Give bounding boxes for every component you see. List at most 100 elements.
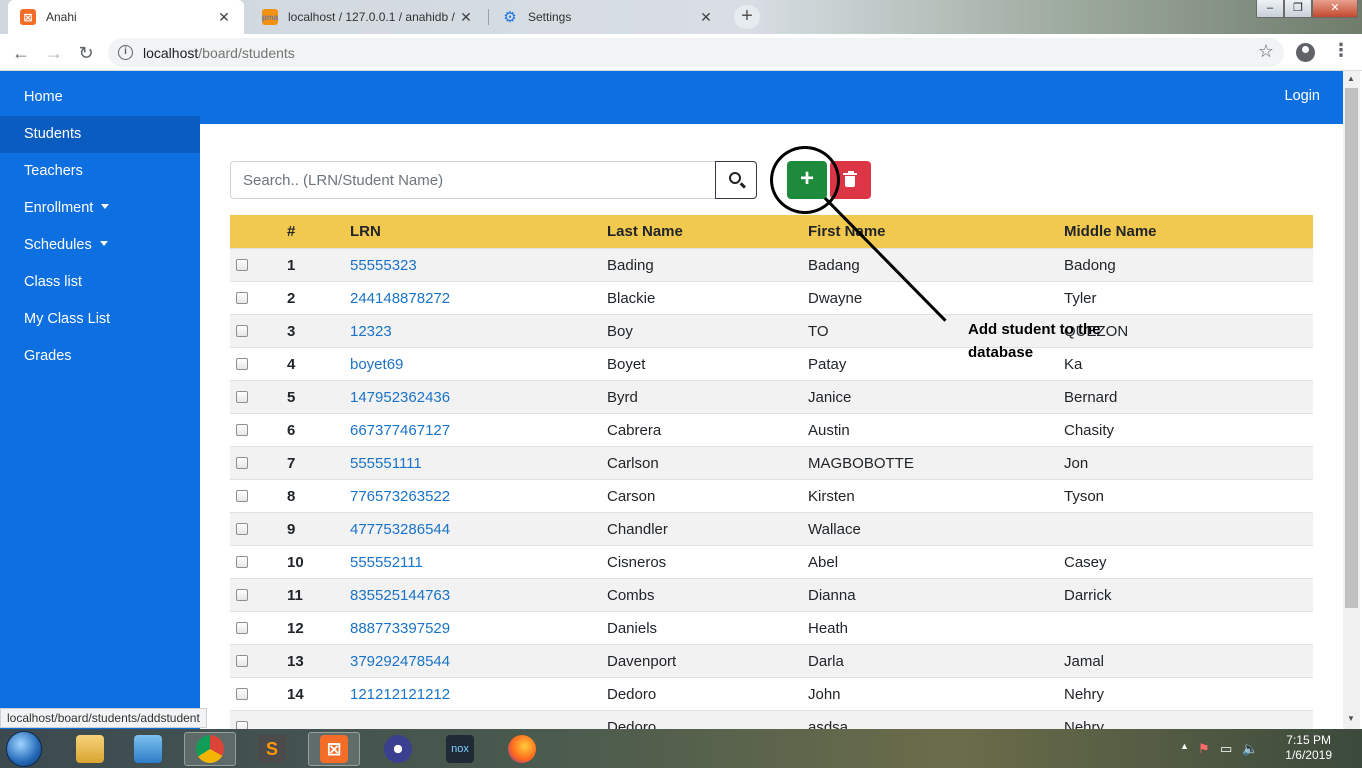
first-name-cell: Austin — [808, 422, 850, 439]
new-tab-button[interactable]: + — [734, 5, 760, 29]
search-input[interactable] — [230, 161, 716, 199]
middle-name-cell: Chasity — [1064, 422, 1115, 439]
lrn-link[interactable]: 121212121212 — [350, 678, 450, 711]
scrollbar-thumb[interactable] — [1345, 88, 1358, 608]
row-checkbox[interactable] — [236, 259, 248, 271]
row-checkbox[interactable] — [236, 358, 248, 370]
row-checkbox[interactable] — [236, 655, 248, 667]
clock-time: 7:15 PM — [1286, 733, 1331, 747]
page-scrollbar[interactable]: ▲ ▼ — [1343, 71, 1360, 729]
row-checkbox[interactable] — [236, 292, 248, 304]
clock[interactable]: 7:15 PM 1/6/2019 — [1285, 733, 1332, 763]
lrn-link[interactable]: 147952362436 — [350, 381, 450, 414]
close-icon[interactable]: ✕ — [698, 9, 714, 26]
row-checkbox[interactable] — [236, 457, 248, 469]
tab-divider — [488, 9, 489, 25]
row-checkbox[interactable] — [236, 424, 248, 436]
gear-icon: ⚙ — [503, 9, 517, 26]
profile-avatar-icon[interactable] — [1296, 43, 1315, 62]
first-name-cell: TO — [808, 323, 829, 340]
chrome-icon[interactable] — [184, 732, 236, 766]
lrn-link[interactable]: 244148878272 — [350, 282, 450, 315]
tab-settings[interactable]: ⚙ Settings ✕ — [490, 0, 726, 34]
start-button[interactable] — [6, 731, 42, 767]
lrn-link[interactable]: 776573263522 — [350, 480, 450, 513]
tab-title: Settings — [528, 10, 572, 24]
table-row: 1 55555323 Bading Badang Badong — [230, 248, 1313, 281]
search-button[interactable] — [715, 161, 757, 199]
lrn-link[interactable]: boyet69 — [350, 348, 403, 381]
last-name-cell: Carson — [607, 488, 656, 505]
sublime-text-icon[interactable]: S — [246, 732, 298, 766]
tab-title: localhost / 127.0.0.1 / anahidb / t — [288, 10, 458, 24]
lrn-link[interactable]: 835525144763 — [350, 579, 450, 612]
first-name-cell: MAGBOBOTTE — [808, 455, 914, 472]
tray-expand-icon[interactable]: ▲ — [1180, 741, 1189, 751]
firefox-icon[interactable] — [496, 732, 548, 766]
scroll-down-icon[interactable]: ▼ — [1347, 714, 1355, 723]
close-icon[interactable]: ✕ — [458, 9, 474, 26]
sidebar-item-home[interactable]: Home — [0, 79, 200, 116]
middle-name-cell: Casey — [1064, 554, 1107, 571]
minimize-button[interactable]: – — [1256, 0, 1284, 18]
lrn-link[interactable]: 555551111 — [350, 447, 422, 480]
row-number: 7 — [287, 455, 296, 472]
lrn-link[interactable]: 12323 — [350, 315, 392, 348]
info-icon[interactable]: i — [118, 45, 133, 60]
sidebar-item-enrollment[interactable]: Enrollment — [0, 190, 200, 227]
reload-icon[interactable]: ↻ — [74, 41, 98, 65]
sidebar-item-schedules[interactable]: Schedules — [0, 227, 200, 264]
row-checkbox[interactable] — [236, 325, 248, 337]
browser-toolbar: ← → ↻ i localhost/board/students ☆ ⋮ — [0, 34, 1362, 71]
tab-anahi[interactable]: ⊠ Anahi ✕ — [8, 0, 244, 34]
nox-icon[interactable]: nox — [434, 732, 486, 766]
lrn-link[interactable]: 379292478544 — [350, 645, 450, 678]
scroll-up-icon[interactable]: ▲ — [1347, 74, 1355, 83]
first-name-cell: Abel — [808, 554, 839, 571]
menu-kebab-icon[interactable]: ⋮ — [1332, 40, 1350, 61]
first-name-cell: Dwayne — [808, 290, 863, 307]
row-checkbox[interactable] — [236, 490, 248, 502]
row-number: 2 — [287, 290, 296, 307]
sidebar-item-students[interactable]: Students — [0, 116, 200, 153]
window-controls: – ❐ ✕ — [1256, 0, 1358, 18]
lrn-link[interactable]: 477753286544 — [350, 513, 450, 546]
eclipse-icon[interactable] — [372, 732, 424, 766]
row-checkbox[interactable] — [236, 589, 248, 601]
row-checkbox[interactable] — [236, 688, 248, 700]
action-center-icon[interactable]: ⚑ — [1198, 741, 1210, 757]
sidebar-item-teachers[interactable]: Teachers — [0, 153, 200, 190]
lrn-link[interactable]: 667377467127 — [350, 414, 450, 447]
sidebar-item-my-class-list[interactable]: My Class List — [0, 301, 200, 338]
volume-icon[interactable]: 🔈 — [1242, 741, 1258, 757]
close-icon[interactable]: ✕ — [216, 9, 232, 26]
row-checkbox[interactable] — [236, 391, 248, 403]
row-checkbox[interactable] — [236, 556, 248, 568]
system-tray: ▲ ⚑ ▭ 🔈 7:15 PM 1/6/2019 — [1172, 729, 1362, 768]
close-window-button[interactable]: ✕ — [1312, 0, 1358, 18]
lrn-link[interactable]: 55555323 — [350, 249, 417, 282]
row-number: 14 — [287, 686, 304, 703]
tab-phpmyadmin[interactable]: pma localhost / 127.0.0.1 / anahidb / t … — [250, 0, 486, 34]
sidebar-item-grades[interactable]: Grades — [0, 338, 200, 375]
media-player-icon[interactable] — [122, 732, 174, 766]
file-explorer-icon[interactable] — [64, 732, 116, 766]
middle-name-cell: Bernard — [1064, 389, 1118, 406]
url-text[interactable]: localhost/board/students — [143, 45, 295, 61]
bookmark-star-icon[interactable]: ☆ — [1258, 41, 1274, 62]
last-name-cell: Cisneros — [607, 554, 667, 571]
lrn-link[interactable]: 888773397529 — [350, 612, 450, 645]
forward-icon[interactable]: → — [42, 41, 66, 65]
row-checkbox[interactable] — [236, 622, 248, 634]
xampp-taskbar-icon[interactable]: ⊠ — [308, 732, 360, 766]
row-checkbox[interactable] — [236, 523, 248, 535]
maximize-button[interactable]: ❐ — [1284, 0, 1312, 18]
address-bar[interactable]: i localhost/board/students ☆ — [108, 38, 1284, 67]
login-link[interactable]: Login — [1285, 88, 1320, 104]
network-icon[interactable]: ▭ — [1220, 741, 1232, 757]
lrn-link[interactable]: 555552111 — [350, 546, 423, 579]
first-name-cell: Janice — [808, 389, 852, 406]
back-icon[interactable]: ← — [9, 41, 33, 65]
sidebar-item-class-list[interactable]: Class list — [0, 264, 200, 301]
last-name-cell: Daniels — [607, 620, 658, 637]
